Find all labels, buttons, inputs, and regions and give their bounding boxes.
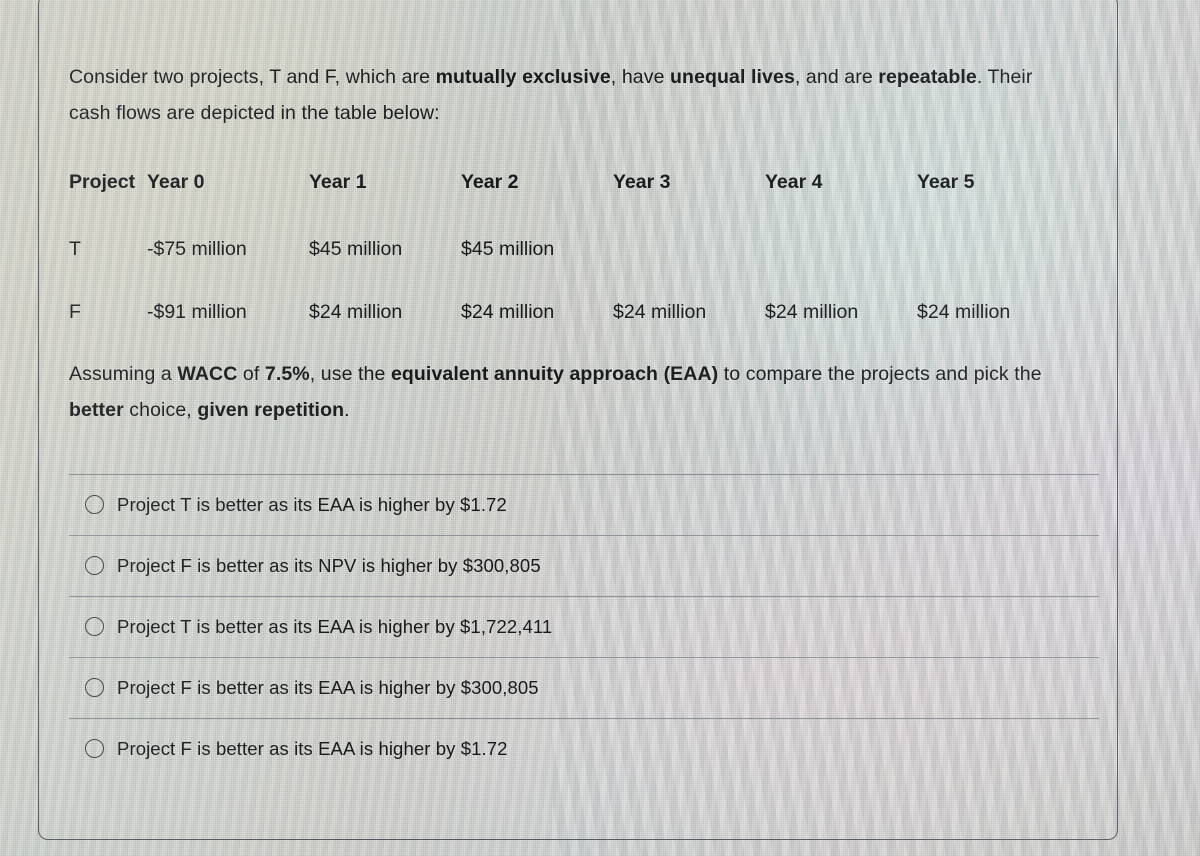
column-header-year-0: Year 0 bbox=[147, 170, 205, 193]
cash-flow-table: Project Year 0 Year 1 Year 2 Year 3 Year… bbox=[69, 171, 1010, 324]
instruction-text-1: Assuming a bbox=[69, 362, 178, 385]
prompt-emphasis-mutually-exclusive: mutually exclusive bbox=[435, 65, 611, 88]
prompt-text-1: Consider two projects, T and F, which ar… bbox=[69, 65, 436, 88]
instruction-text-5: choice, bbox=[123, 398, 198, 421]
radio-button-icon[interactable] bbox=[85, 617, 104, 636]
answer-option-5[interactable]: Project F is better as its EAA is higher… bbox=[69, 717, 1099, 779]
instruction-emphasis-wacc: WACC bbox=[177, 362, 238, 385]
answer-options-list: Project T is better as its EAA is higher… bbox=[69, 473, 1099, 779]
cell-t-year-4 bbox=[765, 238, 917, 301]
cell-f-year-5: $24 million bbox=[917, 300, 1011, 323]
answer-option-4[interactable]: Project F is better as its EAA is higher… bbox=[69, 656, 1099, 718]
cell-t-year-3 bbox=[613, 238, 765, 301]
instruction-text-6: . bbox=[344, 398, 350, 421]
prompt-text-3: , and are bbox=[794, 65, 879, 88]
cell-project-t: T bbox=[69, 237, 81, 260]
radio-button-icon[interactable] bbox=[85, 739, 104, 758]
table-row: F -$91 million $24 million $24 million $… bbox=[69, 301, 1010, 324]
table-header-row: Project Year 0 Year 1 Year 2 Year 3 Year… bbox=[69, 171, 1010, 238]
column-header-year-4: Year 4 bbox=[765, 170, 823, 193]
cell-f-year-3: $24 million bbox=[613, 300, 707, 323]
instruction-text-3: , use the bbox=[309, 362, 391, 385]
cell-f-year-2: $24 million bbox=[461, 300, 555, 323]
column-header-project: Project bbox=[69, 170, 136, 193]
column-header-year-3: Year 3 bbox=[613, 170, 671, 193]
cell-t-year-2: $45 million bbox=[461, 237, 555, 260]
column-header-year-5: Year 5 bbox=[917, 170, 975, 193]
radio-button-icon[interactable] bbox=[85, 678, 104, 697]
column-header-year-2: Year 2 bbox=[461, 170, 519, 193]
question-card: Consider two projects, T and F, which ar… bbox=[38, 0, 1118, 840]
instruction-emphasis-rate: 7.5% bbox=[264, 362, 310, 385]
cell-f-year-1: $24 million bbox=[309, 300, 403, 323]
cell-f-year-0: -$91 million bbox=[147, 300, 247, 323]
answer-option-label: Project F is better as its NPV is higher… bbox=[117, 554, 541, 576]
radio-button-icon[interactable] bbox=[85, 556, 104, 575]
answer-option-3[interactable]: Project T is better as its EAA is higher… bbox=[69, 595, 1099, 657]
answer-option-label: Project T is better as its EAA is higher… bbox=[117, 493, 507, 515]
prompt-emphasis-unequal-lives: unequal lives bbox=[670, 65, 795, 88]
instruction-text-2: of bbox=[237, 362, 265, 385]
answer-option-label: Project T is better as its EAA is higher… bbox=[117, 615, 553, 637]
answer-option-label: Project F is better as its EAA is higher… bbox=[117, 737, 508, 759]
prompt-text-2: , have bbox=[610, 65, 671, 88]
table-row: T -$75 million $45 million $45 million bbox=[69, 238, 1010, 301]
answer-option-2[interactable]: Project F is better as its NPV is higher… bbox=[69, 534, 1099, 596]
question-card-content: Consider two projects, T and F, which ar… bbox=[69, 39, 1099, 779]
answer-option-1[interactable]: Project T is better as its EAA is higher… bbox=[69, 473, 1099, 535]
radio-button-icon[interactable] bbox=[85, 495, 104, 514]
prompt-emphasis-repeatable: repeatable bbox=[878, 65, 977, 88]
instruction-emphasis-better: better bbox=[69, 398, 124, 421]
cell-t-year-1: $45 million bbox=[309, 237, 403, 260]
cell-project-f: F bbox=[69, 300, 81, 323]
instruction-emphasis-eaa: equivalent annuity approach (EAA) bbox=[390, 362, 719, 385]
question-instruction-paragraph: Assuming a WACC of 7.5%, use the equival… bbox=[69, 356, 1059, 428]
column-header-year-1: Year 1 bbox=[309, 170, 367, 193]
instruction-text-4: to compare the projects and pick the bbox=[718, 362, 1042, 385]
question-prompt-paragraph: Consider two projects, T and F, which ar… bbox=[69, 59, 1059, 131]
answer-option-label: Project F is better as its EAA is higher… bbox=[117, 676, 539, 698]
cell-f-year-4: $24 million bbox=[765, 300, 859, 323]
instruction-emphasis-given-repetition: given repetition bbox=[197, 398, 345, 421]
cell-t-year-0: -$75 million bbox=[147, 237, 247, 260]
cell-t-year-5 bbox=[917, 238, 1010, 301]
